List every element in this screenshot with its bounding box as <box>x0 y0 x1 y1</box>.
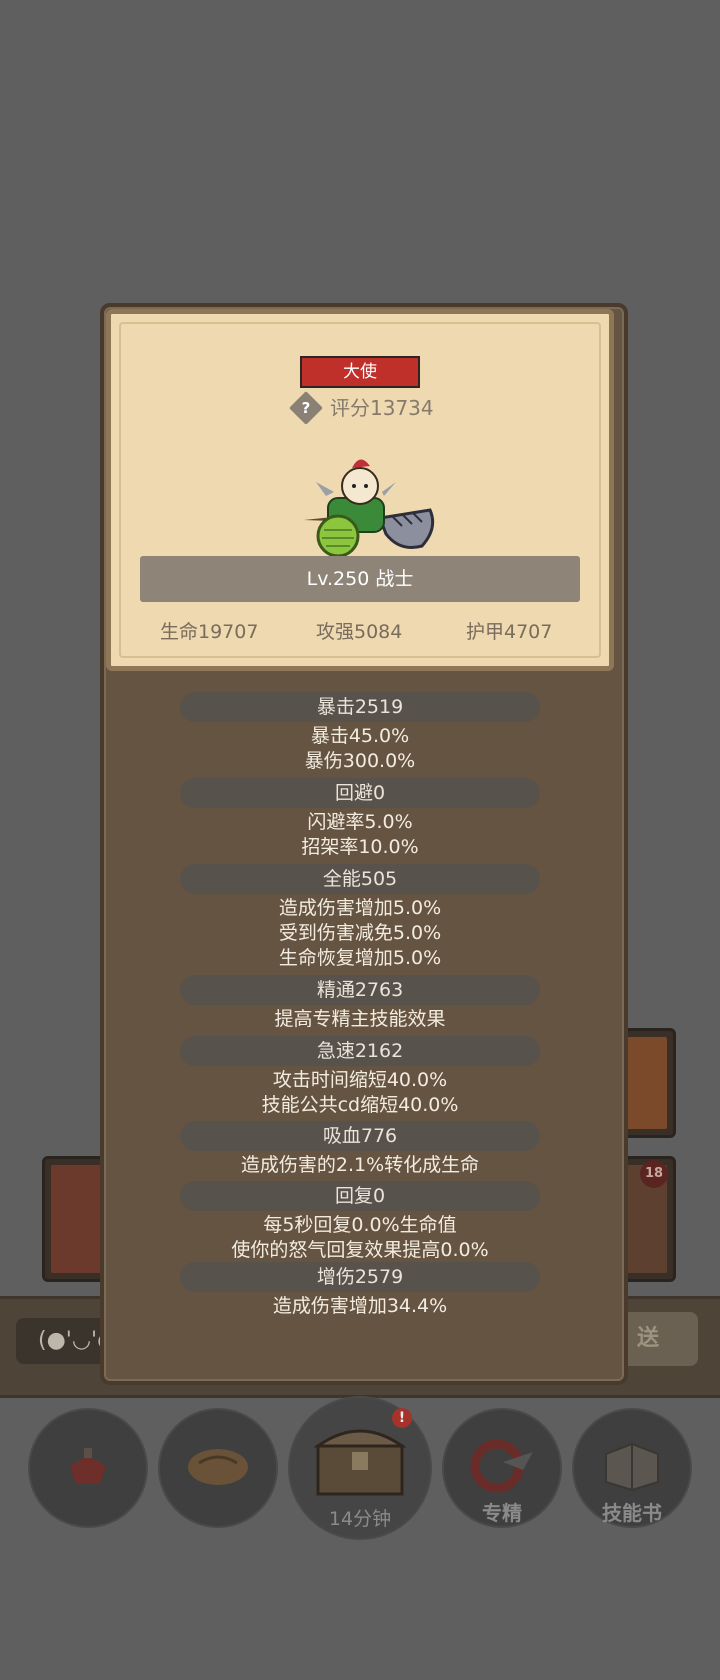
stat-header-mastery: 精通2763 <box>180 975 540 1005</box>
armor-stat: 护甲4707 <box>466 621 553 643</box>
specialize-icon <box>467 1436 537 1500</box>
stat-line: 提高专精主技能效果 <box>274 1008 446 1030</box>
chest-timer: 14分钟 <box>328 1508 392 1530</box>
stat-header-damage-bonus: 增伤2579 <box>180 1262 540 1292</box>
stat-header-crit: 暴击2519 <box>180 692 540 722</box>
hero-title-badge: 大使 <box>300 356 420 388</box>
stat-line: 造成伤害的2.1%转化成生命 <box>240 1154 480 1176</box>
bread-icon <box>185 1441 251 1495</box>
warrior-portrait <box>300 448 440 568</box>
stat-line: 攻击时间缩短40.0% <box>272 1069 448 1091</box>
hp-stat: 生命19707 <box>160 621 259 643</box>
stat-line: 受到伤害减免5.0% <box>278 922 442 944</box>
stat-line: 使你的怒气回复效果提高0.0% <box>231 1239 489 1261</box>
stat-header-versatility: 全能505 <box>180 864 540 894</box>
potion-button[interactable] <box>30 1410 146 1526</box>
stat-line: 闪避率5.0% <box>307 811 413 833</box>
send-label: 送 <box>636 1326 659 1351</box>
stat-header-regen: 回复0 <box>180 1181 540 1211</box>
attack-stat: 攻强5084 <box>316 621 403 643</box>
level-class-bar: Lv.250 战士 <box>140 556 580 602</box>
stat-line: 招架率10.0% <box>301 836 419 858</box>
stat-line: 暴击45.0% <box>310 725 410 747</box>
stat-line: 每5秒回复0.0%生命值 <box>263 1214 457 1236</box>
skill-book-label: 技能书 <box>602 1501 662 1525</box>
treasure-chest-icon <box>312 1420 408 1504</box>
score-label: 评分13734 <box>330 396 434 420</box>
stat-line: 暴伤300.0% <box>304 750 416 772</box>
skill-book-icon <box>600 1438 664 1498</box>
stat-line: 技能公共cd缩短40.0% <box>261 1094 459 1116</box>
potion-icon <box>58 1436 118 1500</box>
stat-header-haste: 急速2162 <box>180 1036 540 1066</box>
stat-line: 生命恢复增加5.0% <box>278 947 442 969</box>
stat-header-leech: 吸血776 <box>180 1121 540 1151</box>
stat-header-avoidance: 回避0 <box>180 778 540 808</box>
stat-line: 造成伤害增加5.0% <box>278 897 442 919</box>
count-badge: 18 <box>640 1160 668 1188</box>
bread-button[interactable] <box>160 1410 276 1526</box>
specialize-label: 专精 <box>482 1501 522 1525</box>
stat-line: 造成伤害增加34.4% <box>272 1295 448 1317</box>
help-icon[interactable]: ? <box>289 391 323 425</box>
alert-badge: ! <box>392 1408 412 1428</box>
